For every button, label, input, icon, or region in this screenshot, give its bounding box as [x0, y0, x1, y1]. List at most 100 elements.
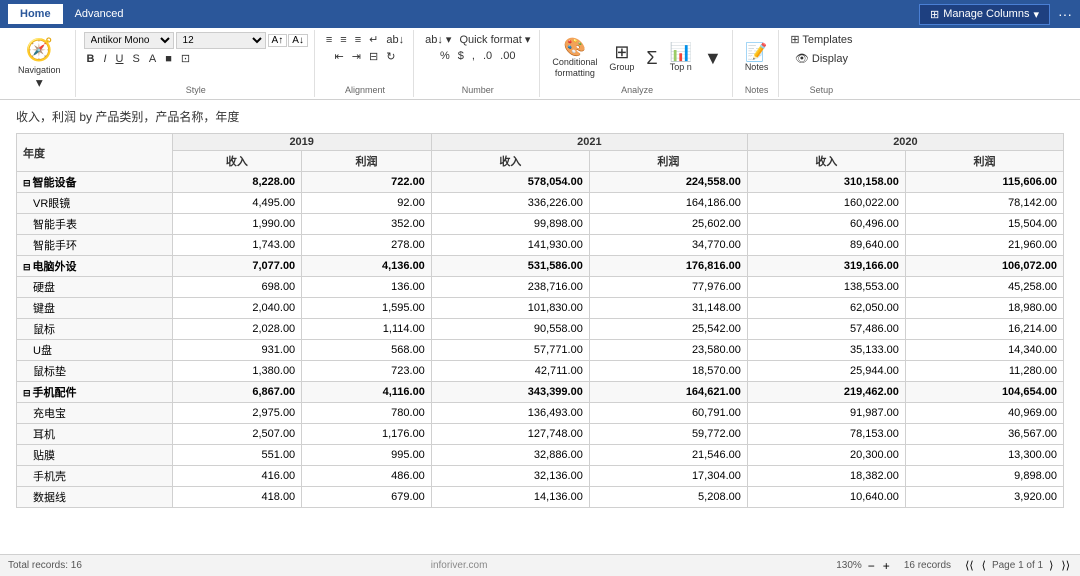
dropdown-arrow-icon: ▾	[1033, 8, 1039, 21]
sub-profit-2021: 77,976.00	[589, 277, 747, 298]
sub-name-cell: 鼠标垫	[17, 361, 173, 382]
bold-button[interactable]: B	[84, 52, 98, 66]
display-button[interactable]: 👁 Display	[792, 51, 851, 66]
year-2019-header: 2019	[172, 134, 431, 151]
ribbon-group-style: Antikor Mono 12 A↑ A↓ B I U S A ■ ⊡ Sty	[78, 30, 315, 97]
increase-decimal-button[interactable]: .0	[480, 49, 495, 63]
navigation-icon: 🧭	[26, 37, 53, 63]
font-family-select[interactable]: Antikor Mono	[84, 32, 174, 49]
comma-button[interactable]: ,	[469, 49, 478, 63]
zoom-out-button[interactable]: −	[866, 559, 877, 573]
sub-name-cell: 键盘	[17, 298, 173, 319]
increase-font-button[interactable]: A↑	[268, 34, 288, 47]
decrease-font-button[interactable]: A↓	[288, 34, 308, 47]
underline-button[interactable]: U	[113, 52, 127, 66]
italic-button[interactable]: I	[100, 52, 109, 66]
first-page-button[interactable]: ⟨⟨	[963, 559, 976, 572]
sub-profit-2019: 278.00	[302, 235, 432, 256]
percent-button[interactable]: %	[437, 49, 453, 63]
filter-button[interactable]: ▼	[700, 47, 726, 69]
sub-rev-2020: 91,987.00	[747, 403, 905, 424]
ribbon-body: 🧭 Navigation ▾ Antikor Mono 12 A↑ A↓	[0, 28, 1080, 100]
sub-rev-2019: 2,040.00	[172, 298, 302, 319]
font-color-button[interactable]: A	[146, 52, 159, 66]
decrease-decimal-button[interactable]: .00	[497, 49, 518, 63]
category-name-cell: ⊟电脑外设	[17, 256, 173, 277]
sub-profit-2020: 36,567.00	[905, 424, 1063, 445]
indent-right-button[interactable]: ⇥	[349, 49, 364, 64]
last-page-button[interactable]: ⟩⟩	[1059, 559, 1072, 572]
tab-home[interactable]: Home	[8, 4, 63, 24]
topn-button[interactable]: 📊 Top n	[666, 41, 696, 74]
currency-button[interactable]: $	[455, 49, 467, 63]
collapse-icon[interactable]: ⊟	[23, 262, 31, 272]
number-row1: ab↓ ▾ Quick format ▾	[422, 32, 533, 47]
strikethrough-button[interactable]: S	[130, 52, 143, 66]
cat-profit-2021: 224,558.00	[589, 172, 747, 193]
wrap-button[interactable]: ↵	[366, 32, 381, 47]
cat-profit-2020: 106,072.00	[905, 256, 1063, 277]
profit-2019-header: 利润	[302, 151, 432, 172]
ribbon-group-notes: 📝 Notes Notes	[735, 30, 780, 97]
sub-name-cell: 智能手环	[17, 235, 173, 256]
quick-format-button[interactable]: Quick format ▾	[456, 32, 533, 47]
display-icon: 👁	[795, 53, 809, 65]
merge-button[interactable]: ⊟	[366, 49, 381, 64]
ribbon-group-analyze: 🎨 Conditional formatting ⊞ Group Σ 📊 Top…	[542, 30, 732, 97]
next-page-button[interactable]: ⟩	[1047, 559, 1055, 572]
content-area: 收入，利润 by 产品类别，产品名称，年度 年度 2019 2021 2020 …	[0, 100, 1080, 554]
notes-button[interactable]: 📝 Notes	[741, 41, 773, 74]
align-right-button[interactable]: ≡	[352, 32, 364, 47]
sub-profit-2021: 17,304.00	[589, 466, 747, 487]
sub-profit-2019: 1,114.00	[302, 319, 432, 340]
font-size-select[interactable]: 12	[176, 32, 266, 49]
manage-columns-icon: ⊞	[930, 8, 939, 21]
tab-advanced[interactable]: Advanced	[63, 4, 136, 24]
format-ab-button[interactable]: ab↓	[383, 32, 407, 47]
sub-profit-2021: 34,770.00	[589, 235, 747, 256]
align-row1: ≡ ≡ ≡ ↵ ab↓	[323, 32, 407, 47]
more-options-icon[interactable]: ···	[1058, 6, 1072, 22]
sub-name-cell: VR眼镜	[17, 193, 173, 214]
sub-rev-2020: 160,022.00	[747, 193, 905, 214]
format-dropdown-button[interactable]: ab↓ ▾	[422, 32, 454, 47]
sub-profit-2019: 679.00	[302, 487, 432, 508]
sub-name-cell: 硬盘	[17, 277, 173, 298]
table-row: 耳机 2,507.00 1,176.00 127,748.00 59,772.0…	[17, 424, 1064, 445]
conditional-formatting-button[interactable]: 🎨 Conditional formatting	[548, 36, 601, 80]
rotate-button[interactable]: ↻	[383, 49, 398, 64]
pagination: ⟨⟨ ⟨ Page 1 of 1 ⟩ ⟩⟩	[963, 559, 1072, 572]
sub-profit-2019: 486.00	[302, 466, 432, 487]
zoom-in-button[interactable]: +	[881, 559, 892, 573]
borders-button[interactable]: ⊡	[178, 51, 193, 66]
collapse-icon[interactable]: ⊟	[23, 178, 31, 188]
manage-columns-button[interactable]: ⊞ Manage Columns ▾	[919, 4, 1050, 25]
sub-profit-2020: 40,969.00	[905, 403, 1063, 424]
collapse-icon[interactable]: ⊟	[23, 388, 31, 398]
align-left-button[interactable]: ≡	[323, 32, 335, 47]
sub-rev-2021: 101,830.00	[431, 298, 589, 319]
sub-profit-2020: 11,280.00	[905, 361, 1063, 382]
group-button[interactable]: ⊞ Group	[605, 41, 638, 74]
revenue-2020-header: 收入	[747, 151, 905, 172]
sum-button[interactable]: Σ	[642, 47, 661, 69]
table-row: 智能手表 1,990.00 352.00 99,898.00 25,602.00…	[17, 214, 1064, 235]
sub-profit-2020: 14,340.00	[905, 340, 1063, 361]
sub-rev-2019: 551.00	[172, 445, 302, 466]
sub-profit-2021: 59,772.00	[589, 424, 747, 445]
revenue-2019-header: 收入	[172, 151, 302, 172]
font-row: Antikor Mono 12 A↑ A↓	[84, 32, 308, 49]
ribbon-group-setup: ⊞ Templates 👁 Display Setup	[781, 30, 861, 97]
sub-rev-2021: 99,898.00	[431, 214, 589, 235]
navigation-button[interactable]: 🧭 Navigation ▾	[10, 35, 69, 93]
filter-icon: ▼	[704, 49, 722, 67]
highlight-button[interactable]: ■	[162, 52, 175, 66]
templates-button[interactable]: ⊞ Templates	[787, 32, 855, 47]
sub-name-cell: 鼠标	[17, 319, 173, 340]
prev-page-button[interactable]: ⟨	[980, 559, 988, 572]
topn-icon: 📊	[670, 43, 692, 61]
align-center-button[interactable]: ≡	[337, 32, 349, 47]
sub-rev-2019: 4,495.00	[172, 193, 302, 214]
indent-left-button[interactable]: ⇤	[332, 49, 347, 64]
cat-rev-2021: 343,399.00	[431, 382, 589, 403]
